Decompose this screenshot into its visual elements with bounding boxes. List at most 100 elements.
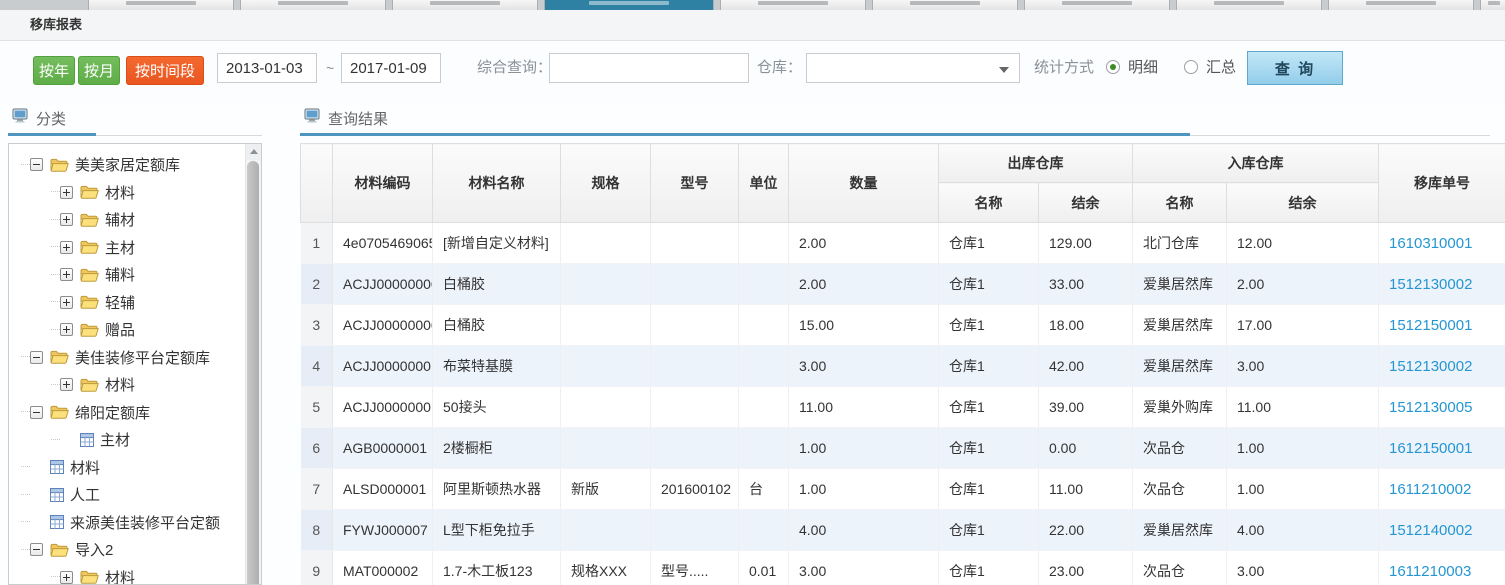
date-separator: ~ [326,53,334,83]
cell-name: 1.7-木工板123 [433,551,561,585]
tree-item[interactable]: 辅材 [51,206,243,234]
warehouse-select[interactable] [806,53,1020,83]
order-no-link[interactable]: 1512150001 [1389,317,1472,334]
browser-tab-active[interactable] [544,0,714,10]
browser-tab-bar [0,0,1505,10]
tree-item[interactable]: 赠品 [51,316,243,344]
cell-qty: 1.00 [789,469,939,510]
cell-out-name: 仓库1 [939,510,1039,551]
radio-detail[interactable] [1106,60,1120,74]
cell-qty: 11.00 [789,387,939,428]
browser-tab[interactable] [720,0,866,10]
collapse-toggle-icon[interactable] [30,543,43,556]
tree-item[interactable]: 材料 [51,564,243,585]
tree-item[interactable]: 来源美佳装修平台定额 [21,509,243,537]
category-tree: 美美家居定额库材料辅材主材辅料轻辅赠品美佳装修平台定额库材料绵阳定额库主材材料人… [21,151,243,585]
expand-toggle-icon[interactable] [60,378,73,391]
cell-num: 9 [301,551,333,585]
expand-toggle-icon[interactable] [60,571,73,584]
by-month-button[interactable]: 按月 [78,56,120,85]
panel-underline-rest [1190,135,1490,136]
expand-toggle-icon[interactable] [60,296,73,309]
folder-icon [80,268,99,282]
tree-item[interactable]: 材料 [21,454,243,482]
tree-item[interactable]: 主材 [51,426,243,454]
cell-spec [561,346,651,387]
expand-toggle-icon[interactable] [60,323,73,336]
tree-item[interactable]: 美美家居定额库 [21,151,243,179]
order-no-link[interactable]: 1512130002 [1389,358,1472,375]
table-row: 9MAT0000021.7-木工板123规格XXX型号.....0.013.00… [301,551,1505,585]
cell-out-balance: 42.00 [1039,346,1133,387]
browser-tab[interactable] [1328,0,1474,10]
tree-item[interactable]: 人工 [21,481,243,509]
date-to-input[interactable] [341,53,441,83]
cell-qty: 3.00 [789,346,939,387]
order-no-link[interactable]: 1611210002 [1389,481,1471,498]
cell-in-name: 次品仓 [1133,469,1227,510]
order-no-link[interactable]: 1610310001 [1389,235,1472,252]
browser-tab[interactable] [1176,0,1322,10]
expand-toggle-icon[interactable] [60,241,73,254]
tree-item[interactable]: 导入2 [21,536,243,564]
tree-item-label: 赠品 [105,319,135,340]
tree-item[interactable]: 辅料 [51,261,243,289]
cell-model [651,264,739,305]
browser-tab[interactable] [240,0,386,10]
search-button[interactable]: 查 询 [1247,51,1343,85]
date-from-input[interactable] [217,53,317,83]
tree-scrollbar[interactable] [245,144,261,584]
tree-connector [51,301,60,303]
browser-tab[interactable] [88,0,234,10]
scrollbar-thumb[interactable] [247,161,259,584]
cell-in-balance: 1.00 [1227,428,1379,469]
browser-tab[interactable] [1480,0,1505,10]
cell-out-balance: 23.00 [1039,551,1133,585]
tree-item[interactable]: 材料 [51,179,243,207]
results-panel-title: 查询结果 [328,108,388,129]
cell-qty: 15.00 [789,305,939,346]
collapse-toggle-icon[interactable] [30,351,43,364]
cell-code: ACJJ00000000 [333,264,433,305]
scroll-up-button[interactable] [246,144,261,160]
tree-item[interactable]: 材料 [51,371,243,399]
collapse-toggle-icon[interactable] [30,158,43,171]
by-year-button[interactable]: 按年 [33,56,75,85]
tree-connector [21,164,30,166]
expand-toggle-icon[interactable] [60,186,73,199]
tree-item-label: 辅料 [105,264,135,285]
combined-query-input[interactable] [549,53,749,83]
folder-icon [80,213,99,227]
cell-out-balance: 33.00 [1039,264,1133,305]
tree-item[interactable]: 美佳装修平台定额库 [21,344,243,372]
browser-tab[interactable] [872,0,1018,10]
expand-toggle-icon[interactable] [60,213,73,226]
cell-unit [739,305,789,346]
order-no-link[interactable]: 1512130002 [1389,276,1472,293]
tree-item[interactable]: 轻辅 [51,289,243,317]
tree-item-label: 主材 [105,237,135,258]
order-no-link[interactable]: 1512130005 [1389,399,1472,416]
cell-name: 白桶胶 [433,305,561,346]
cell-in-balance: 1.00 [1227,469,1379,510]
cell-in-name: 次品仓 [1133,551,1227,585]
radio-summary[interactable] [1184,60,1198,74]
tree-item[interactable]: 主材 [51,234,243,262]
order-no-link[interactable]: 1612150001 [1389,440,1472,457]
browser-tab[interactable] [1024,0,1170,10]
by-period-button[interactable]: 按时间段 [126,56,204,85]
cell-num: 6 [301,428,333,469]
order-no-link[interactable]: 1611210003 [1389,563,1471,580]
table-row: 14e0705469065[新增自定义材料]2.00仓库1129.00北门仓库1… [301,223,1505,264]
tree-item-label: 美佳装修平台定额库 [75,347,210,368]
tree-item[interactable]: 绵阳定额库 [21,399,243,427]
cell-unit [739,264,789,305]
cell-spec: 规格XXX [561,551,651,585]
collapse-toggle-icon[interactable] [30,406,43,419]
browser-tab[interactable] [392,0,538,10]
category-tree-panel: 美美家居定额库材料辅材主材辅料轻辅赠品美佳装修平台定额库材料绵阳定额库主材材料人… [8,143,262,585]
cell-unit [739,346,789,387]
order-no-link[interactable]: 1512140002 [1389,522,1472,539]
expand-toggle-icon[interactable] [60,268,73,281]
cell-code: 4e0705469065 [333,223,433,264]
